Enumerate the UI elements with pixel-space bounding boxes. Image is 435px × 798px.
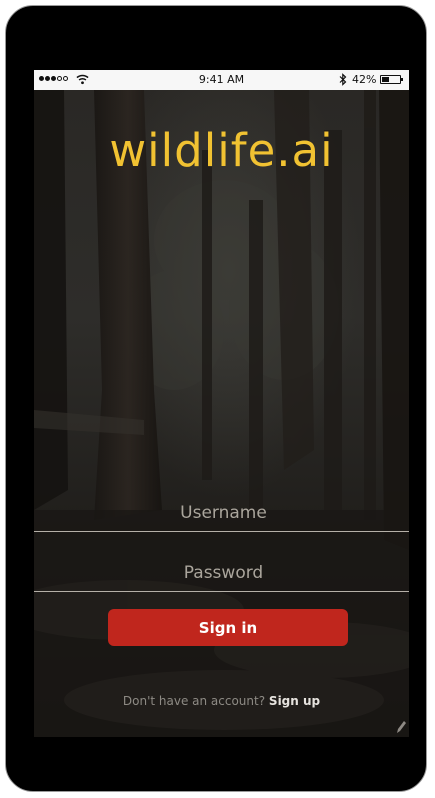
signup-prompt: Don't have an account? Sign up xyxy=(34,694,409,708)
wildlife-ai-logo: wildlife.ai xyxy=(109,124,334,177)
battery-percentage: 42% xyxy=(352,73,377,86)
username-field-container xyxy=(34,492,409,533)
phone-frame: 9:41 AM 42% wildlife.ai Username Sign in… xyxy=(5,5,427,792)
battery-icon xyxy=(380,75,403,84)
bluetooth-icon xyxy=(339,73,347,86)
password-input[interactable] xyxy=(34,552,409,593)
password-field-container xyxy=(34,552,409,593)
pencil-icon[interactable] xyxy=(395,720,407,734)
signup-prompt-text: Don't have an account? xyxy=(122,694,266,708)
status-bar: 9:41 AM 42% xyxy=(34,70,409,90)
username-input[interactable] xyxy=(34,492,409,533)
sign-up-link[interactable]: Sign up xyxy=(269,694,320,708)
battery-level-fill xyxy=(382,77,390,82)
battery-nub xyxy=(401,78,403,81)
app-screen: 9:41 AM 42% wildlife.ai Username Sign in… xyxy=(34,70,409,737)
sign-in-button[interactable]: Sign in xyxy=(108,609,348,646)
